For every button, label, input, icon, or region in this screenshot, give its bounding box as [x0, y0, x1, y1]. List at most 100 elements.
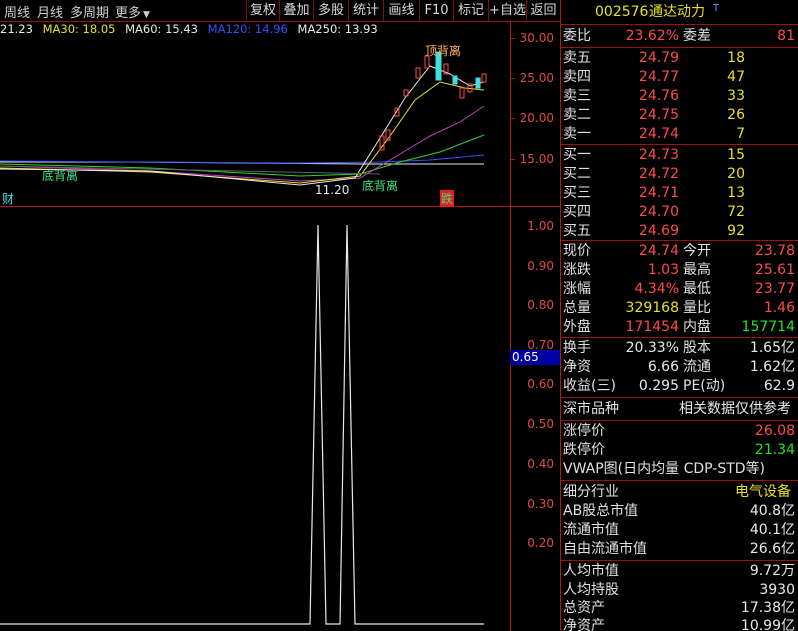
price-tick: 30.00 — [519, 31, 554, 45]
bid-volume: 72 — [727, 204, 745, 220]
back-button[interactable]: 返回 — [526, 0, 560, 22]
indicator-tick: 0.20 — [527, 536, 554, 550]
vwap-link[interactable]: VWAP图(日内均量 CDP-STD等) — [561, 460, 798, 479]
ma-legend-item: 21.23 — [0, 22, 33, 36]
bid-row[interactable]: 买三 24.71 13 — [561, 184, 798, 203]
ask-row[interactable]: 卖一 24.74 7 — [561, 125, 798, 144]
per-capita-value: 9.72万 — [749, 563, 795, 579]
divider — [561, 560, 798, 561]
indicator-tick: 0.50 — [527, 417, 554, 431]
bid-label: 买二 — [563, 166, 591, 182]
limit-down-label: 跌停价 — [563, 442, 605, 458]
commission-ratio-label: 委比 — [563, 28, 591, 44]
per-capita-row: 人均持股 3930 — [561, 581, 798, 600]
bid-row[interactable]: 买一 24.73 15 — [561, 146, 798, 165]
bid-volume: 92 — [727, 223, 745, 239]
cap-row: 流通市值 40.1亿 — [561, 521, 798, 540]
multi-stock-button[interactable]: 多股 — [313, 0, 348, 22]
stats-row: 收益(三) 0.295 PE(动) 62.9 — [561, 377, 798, 396]
tick-mark — [510, 78, 515, 79]
bid-label: 买三 — [563, 185, 591, 201]
indicator-line — [0, 224, 484, 625]
market-type: 深市品种 — [563, 401, 619, 417]
limit-up-label: 涨停价 — [563, 423, 605, 439]
ask-row[interactable]: 卖二 24.75 26 — [561, 106, 798, 125]
ask-label: 卖一 — [563, 126, 591, 142]
add-watchlist-button[interactable]: +自选 — [488, 0, 526, 22]
quote-label: 涨幅 — [563, 281, 591, 297]
ask-price: 24.76 — [638, 88, 679, 104]
cap-value: 40.8亿 — [749, 503, 795, 519]
ask-label: 卖五 — [563, 50, 591, 66]
ma-legend-item: MA120: 14.96 — [207, 22, 288, 36]
mark-button[interactable]: 标记 — [453, 0, 488, 22]
limit-down-value: 21.34 — [754, 442, 795, 458]
stats-value: 62.9 — [763, 378, 795, 394]
data-disclaimer: 相关数据仅供参考 — [679, 401, 791, 417]
price-tick: 15.00 — [519, 152, 554, 166]
divider — [561, 420, 798, 421]
ask-volume: 26 — [727, 107, 745, 123]
draw-line-button[interactable]: 画线 — [383, 0, 419, 22]
stats-label: 收益(三) — [563, 378, 616, 394]
commission-diff-label: 委差 — [683, 28, 711, 44]
quote-row: 现价 24.74 今开 23.78 — [561, 242, 798, 261]
bid-volume: 13 — [727, 185, 745, 201]
divider — [561, 397, 798, 398]
indicator-tick: 0.90 — [527, 259, 554, 273]
restore-rights-button[interactable]: 复权 — [246, 0, 279, 22]
quote-label: 总量 — [563, 300, 591, 316]
cap-label: 流通市值 — [563, 522, 619, 538]
bid-volume: 15 — [727, 147, 745, 163]
indicator-chart[interactable] — [0, 207, 510, 631]
quote-label: 今开 — [683, 243, 711, 259]
vwap-label: VWAP图(日内均量 CDP-STD等) — [563, 461, 766, 477]
finance-tag: 财 — [2, 192, 15, 206]
ask-row[interactable]: 卖四 24.77 47 — [561, 68, 798, 87]
stats-value: 1.62亿 — [749, 359, 795, 375]
per-capita-label: 净资产 — [563, 618, 605, 631]
quote-value: 329168 — [625, 300, 679, 316]
drop-tag: 跌 — [440, 190, 455, 207]
bid-price: 24.69 — [638, 223, 679, 239]
indicator-tick: 0.60 — [527, 377, 554, 391]
ask-price: 24.77 — [638, 69, 679, 85]
overlay-button[interactable]: 叠加 — [279, 0, 313, 22]
bid-label: 买五 — [563, 223, 591, 239]
indicator-tick: 0.40 — [527, 457, 554, 471]
indicator-cursor-value: 0.65 — [510, 350, 560, 365]
quote-row: 涨幅 4.34% 最低 23.77 — [561, 280, 798, 299]
ask-row[interactable]: 卖五 24.79 18 — [561, 49, 798, 68]
more-menu[interactable]: 更多 ▼ — [115, 2, 150, 21]
tick-mark — [510, 38, 515, 39]
stats-label: 换手 — [563, 340, 591, 356]
bid-row[interactable]: 买四 24.70 72 — [561, 203, 798, 222]
ask-label: 卖三 — [563, 88, 591, 104]
top-divergence-label: 顶背离 — [425, 44, 462, 58]
price-tick: 25.00 — [519, 71, 554, 85]
divider — [561, 47, 798, 48]
ask-row[interactable]: 卖三 24.76 33 — [561, 87, 798, 106]
ma-legend-item: MA30: 18.05 — [42, 22, 116, 36]
tab-multi-period[interactable]: 多周期 — [70, 2, 109, 21]
stock-header: 002576 通达动力 T — [561, 3, 798, 22]
quote-row: 总量 329168 量比 1.46 — [561, 299, 798, 318]
industry-label: 细分行业 — [563, 484, 619, 500]
tab-weekly[interactable]: 周线 — [4, 2, 30, 21]
per-capita-value: 17.38亿 — [740, 600, 795, 616]
statistics-button[interactable]: 统计 — [348, 0, 383, 22]
bid-row[interactable]: 买五 24.69 92 — [561, 222, 798, 241]
f10-button[interactable]: F10 — [419, 0, 453, 22]
cap-value: 26.6亿 — [749, 541, 795, 557]
per-capita-row: 人均市值 9.72万 — [561, 562, 798, 581]
commission-diff-value: 81 — [777, 28, 795, 44]
quote-label: 涨跌 — [563, 262, 591, 278]
bid-row[interactable]: 买二 24.72 20 — [561, 165, 798, 184]
per-capita-value: 3930 — [759, 582, 795, 598]
per-capita-value: 10.99亿 — [740, 618, 795, 631]
divider — [561, 24, 798, 25]
per-capita-label: 人均持股 — [563, 582, 619, 598]
per-capita-row: 净资产 10.99亿 — [561, 617, 798, 631]
tab-monthly[interactable]: 月线 — [37, 2, 63, 21]
industry-value[interactable]: 电气设备 — [735, 483, 791, 502]
